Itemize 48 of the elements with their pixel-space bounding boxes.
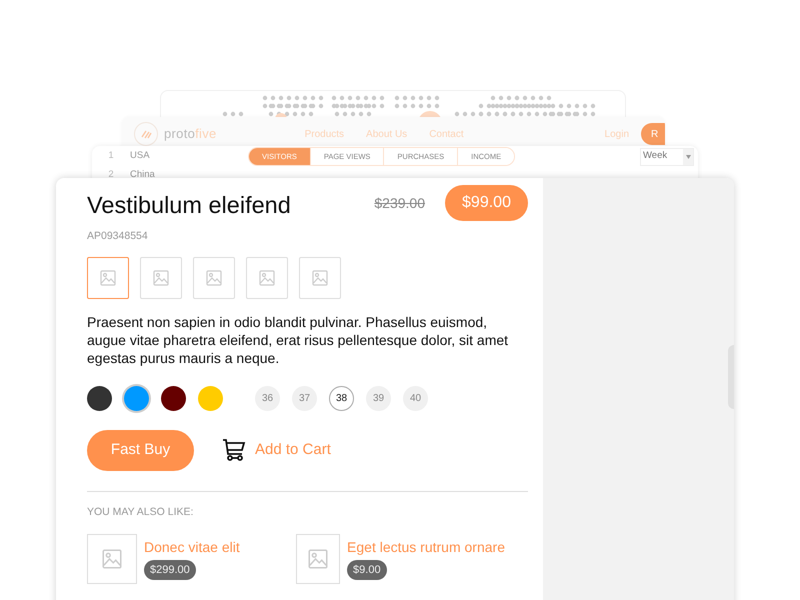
thumbnail[interactable] [299,256,341,299]
nav-link[interactable]: Products [304,126,344,142]
product-link[interactable]: Eget lectus rutrum ornare [347,538,505,556]
nav-link[interactable]: Contact [429,126,464,142]
thumbnail[interactable] [140,256,182,299]
price-tag: $299.00 [144,560,196,580]
size-option[interactable]: 36 [255,386,280,411]
image-icon [153,270,169,286]
row-number: 2 [107,168,115,182]
product-thumbnail[interactable] [87,534,137,584]
period-select[interactable]: Week [640,148,694,166]
image-icon [259,270,275,286]
thumbnail[interactable] [246,256,288,299]
image-icon [312,270,328,286]
row-number: 1 [107,149,115,164]
country-name: USA [130,149,151,164]
image-icon [206,270,222,286]
cart-icon[interactable] [222,438,246,462]
color-swatch[interactable] [124,386,149,411]
add-to-cart-link[interactable]: Add to Cart [255,439,331,462]
old-price: $239.00 [374,194,425,212]
color-swatch[interactable] [87,386,112,411]
caret-icon [683,148,693,164]
product-thumbnail[interactable] [296,534,340,584]
nav-link[interactable]: About Us [366,126,408,142]
login-link[interactable]: Login [604,126,629,142]
thumbnail[interactable] [87,256,129,299]
size-option[interactable]: 37 [292,386,317,411]
image-icon [100,270,116,286]
product-link[interactable]: Donec vitae elit [144,538,240,556]
price-tag: $9.00 [347,560,387,580]
section-heading: YOU MAY ALSO LIKE: [87,504,194,520]
fast-buy-button[interactable]: Fast Buy [87,430,194,471]
size-option[interactable]: 40 [403,386,428,411]
product-title: Vestibulum eleifend [87,191,291,220]
logo-text: protofive [164,125,217,144]
color-swatch[interactable] [161,386,186,411]
image-icon [308,548,328,568]
register-button[interactable]: R [641,123,665,145]
size-option[interactable]: 39 [366,386,391,411]
product-code: AP09348554 [87,229,149,244]
price-button[interactable]: $99.00 [445,185,528,221]
thumbnail[interactable] [193,256,235,299]
size-option[interactable]: 38 [329,386,354,411]
product-description: Praesent non sapien in odio blandit pulvinar. Phasellus euismod, augue vitae pharetra eleifend, erat risus pellentesque dolor, sit amet egestas purus mauris a neque. [87,312,510,367]
country-name: China [130,168,155,182]
image-icon [102,548,122,568]
color-swatch[interactable] [198,386,223,411]
